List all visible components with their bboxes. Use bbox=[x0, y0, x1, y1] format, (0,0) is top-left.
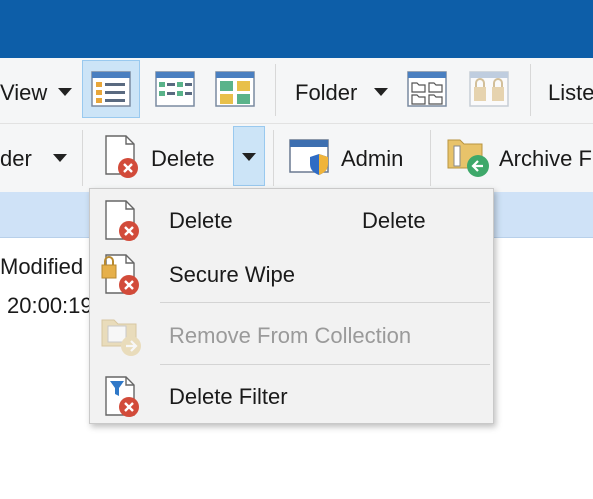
menu-item-label: Remove From Collection bbox=[169, 323, 412, 348]
toolbar-separator bbox=[530, 64, 531, 116]
menu-separator bbox=[160, 302, 490, 303]
modified-column-header[interactable]: Modified bbox=[0, 254, 83, 280]
folder-dropdown-arrow[interactable] bbox=[374, 88, 388, 96]
lock-folder-icon bbox=[469, 71, 509, 107]
thumbnails-view-icon bbox=[215, 71, 255, 107]
delete-filter-icon bbox=[105, 376, 139, 417]
toolbar-separator bbox=[275, 64, 276, 116]
menu-item-shortcut: Delete bbox=[362, 208, 426, 233]
folder-layout-button[interactable] bbox=[398, 60, 456, 118]
archive-button-label[interactable]: Archive F bbox=[499, 146, 592, 172]
folder-menu-label[interactable]: Folder bbox=[295, 80, 357, 106]
admin-icon bbox=[289, 139, 329, 175]
list-view-button[interactable] bbox=[146, 60, 204, 118]
delete-dropdown-menu: Delete Delete Secure Wipe Remove From Co… bbox=[89, 188, 494, 424]
remove-from-collection-icon bbox=[101, 319, 141, 356]
delete-dropdown-button[interactable] bbox=[233, 126, 265, 186]
delete-file-icon bbox=[105, 135, 138, 178]
folder-layout-icon bbox=[407, 71, 447, 107]
archive-icon bbox=[447, 139, 489, 177]
menu-item-remove-from-collection: Remove From Collection bbox=[90, 308, 493, 362]
toolbar-separator bbox=[430, 130, 431, 186]
menu-item-delete[interactable]: Delete Delete bbox=[90, 193, 493, 247]
menu-item-label: Secure Wipe bbox=[169, 262, 295, 287]
lister-menu-label[interactable]: Liste bbox=[548, 80, 593, 106]
partial-dropdown-arrow[interactable] bbox=[53, 154, 67, 162]
lock-folder-button[interactable] bbox=[460, 60, 518, 118]
secure-wipe-icon bbox=[101, 254, 139, 295]
delete-file-icon bbox=[105, 200, 139, 241]
menu-item-delete-filter[interactable]: Delete Filter bbox=[90, 369, 493, 423]
details-view-button[interactable] bbox=[82, 60, 140, 118]
modified-cell: 20:00:19 bbox=[7, 293, 93, 318]
partial-folder-label[interactable]: der bbox=[0, 146, 32, 172]
view-dropdown-arrow[interactable] bbox=[58, 88, 72, 96]
toolbar-actions-row: der Admin Archive F bbox=[0, 124, 593, 192]
title-bar bbox=[0, 0, 593, 58]
delete-button-label: Delete bbox=[151, 146, 215, 171]
admin-button-label[interactable]: Admin bbox=[341, 146, 403, 172]
menu-item-label: Delete Filter bbox=[169, 384, 288, 409]
toolbar-separator bbox=[82, 130, 83, 186]
menu-item-label: Delete bbox=[169, 208, 233, 233]
view-menu-label[interactable]: View bbox=[0, 80, 47, 106]
menu-item-secure-wipe[interactable]: Secure Wipe bbox=[90, 247, 493, 301]
menu-separator bbox=[160, 364, 490, 365]
thumbnails-view-button[interactable] bbox=[206, 60, 264, 118]
toolbar-separator bbox=[273, 130, 274, 186]
toolbar-view-row: View Folder Liste bbox=[0, 58, 593, 124]
chevron-down-icon bbox=[242, 153, 256, 161]
details-view-icon bbox=[91, 71, 131, 107]
delete-split-button[interactable]: Delete bbox=[90, 126, 234, 186]
list-view-icon bbox=[155, 71, 195, 107]
